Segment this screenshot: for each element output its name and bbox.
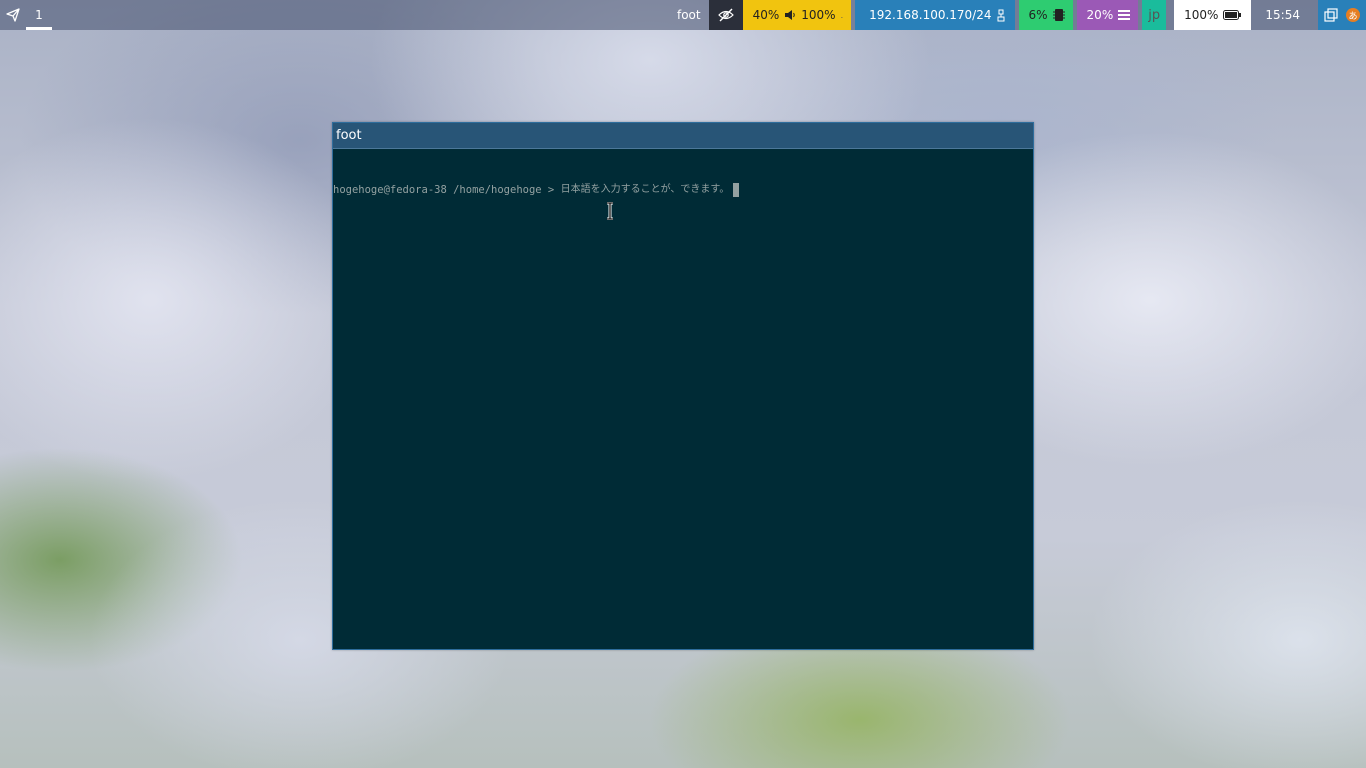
- speaker-icon: [785, 10, 796, 20]
- launcher-icon[interactable]: [0, 0, 26, 30]
- top-bar-spacer: [52, 0, 667, 30]
- memory-icon: [1118, 10, 1131, 20]
- volume-value: 100%: [801, 8, 836, 22]
- keyboard-layout-module[interactable]: jp: [1142, 0, 1167, 30]
- network-ip: 192.168.100.170/24: [869, 8, 992, 22]
- terminal-window[interactable]: foot hogehoge@fedora-38 /home/hogehoge >…: [332, 122, 1034, 650]
- battery-icon: [1223, 10, 1242, 20]
- window-title-bar[interactable]: foot: [333, 123, 1033, 149]
- system-tray: あ: [1318, 0, 1366, 30]
- command-input[interactable]: 日本語を入力することが、できます。: [561, 182, 730, 198]
- battery-value: 100%: [1184, 8, 1219, 22]
- audio-module[interactable]: 40% 100% .: [742, 0, 852, 30]
- memory-module[interactable]: 20%: [1076, 0, 1139, 30]
- workspace-label: 1: [35, 8, 43, 22]
- prompt-line: hogehoge@fedora-38 /home/hogehoge > 日本語を…: [333, 182, 1033, 198]
- mic-icon: .: [840, 10, 844, 20]
- ime-status-icon[interactable]: あ: [1346, 8, 1360, 22]
- focused-window-title: foot: [667, 0, 709, 30]
- network-module[interactable]: 192.168.100.170/24: [855, 0, 1015, 30]
- idle-inhibitor[interactable]: [708, 0, 743, 30]
- window-switcher-icon[interactable]: [1324, 8, 1338, 22]
- eye-slash-icon: [717, 8, 734, 22]
- battery-module[interactable]: 100%: [1174, 0, 1252, 30]
- text-cursor: [733, 183, 740, 197]
- ibeam-cursor-icon: [607, 202, 613, 220]
- terminal-area[interactable]: hogehoge@fedora-38 /home/hogehoge > 日本語を…: [333, 149, 1033, 230]
- paper-plane-icon: [6, 8, 20, 22]
- memory-value: 20%: [1086, 8, 1114, 22]
- focused-window-title-text: foot: [676, 8, 701, 22]
- clock-value: 15:54: [1265, 8, 1300, 22]
- keyboard-layout-value: jp: [1148, 7, 1161, 23]
- top-bar: 1 foot 40% 100% . 192.168.100.170/24 6% …: [0, 0, 1366, 30]
- window-title: foot: [336, 128, 362, 143]
- clock-module[interactable]: 15:54: [1251, 0, 1314, 30]
- shell-prompt: hogehoge@fedora-38 /home/hogehoge >: [333, 184, 561, 196]
- top-bar-right: foot 40% 100% . 192.168.100.170/24 6% 20…: [667, 0, 1366, 30]
- cpu-module[interactable]: 6%: [1018, 0, 1073, 30]
- cpu-value: 6%: [1028, 8, 1048, 22]
- workspace-button[interactable]: 1: [26, 0, 52, 30]
- brightness-value: 40%: [752, 8, 780, 22]
- ethernet-icon: [997, 9, 1004, 22]
- cpu-icon: [1052, 9, 1065, 21]
- top-bar-left: 1: [0, 0, 52, 30]
